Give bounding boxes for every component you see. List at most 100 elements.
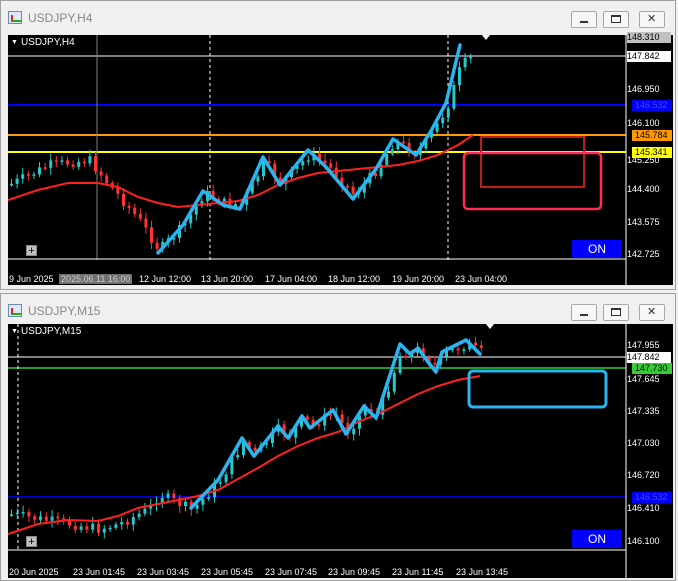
target-zone[interactable]: [467, 369, 608, 409]
candle-body: [97, 523, 100, 533]
minimize-button[interactable]: [571, 11, 597, 28]
candle-body: [108, 527, 112, 530]
symbol-timeframe-label: USDJPY,H4: [11, 37, 75, 48]
candle-body: [387, 391, 390, 398]
time-axis-label: 17 Jun 04:00: [265, 274, 318, 284]
candle-body: [114, 524, 118, 528]
one-click-trading-toggle[interactable]: +: [26, 245, 37, 257]
chart-window-m15[interactable]: USDJPY,M15 USDJPY,M15 147.955 147.842 14…: [0, 293, 676, 581]
candle-body: [38, 167, 41, 175]
maximize-button[interactable]: [603, 11, 629, 28]
candle-body: [105, 175, 109, 184]
candle-body: [351, 186, 355, 194]
candle-body: [262, 160, 265, 177]
candle-body: [21, 512, 25, 514]
candle-body: [479, 345, 483, 348]
candle-body: [398, 356, 402, 373]
candle-body: [102, 528, 106, 533]
time-axis-label: 23 Jun 09:45: [328, 567, 381, 577]
maximize-button[interactable]: [603, 304, 629, 321]
minimize-button[interactable]: [571, 304, 597, 321]
window-title: USDJPY,H4: [28, 11, 93, 25]
price-chart[interactable]: USDJPY,M15 147.955 147.842 147.645 147.3…: [8, 324, 673, 578]
time-axis-label: 9 Jun 2025: [9, 274, 54, 284]
price-axis-label: 146.720: [627, 470, 660, 480]
close-button[interactable]: [639, 304, 665, 321]
candle-body: [441, 117, 445, 124]
title-bar[interactable]: USDJPY,M15: [1, 294, 675, 328]
candle-body: [27, 512, 31, 517]
candle-body: [82, 161, 86, 164]
candle-body: [172, 493, 176, 499]
time-axis-label: 23 Jun 05:45: [201, 567, 254, 577]
candle-body: [446, 108, 450, 118]
target-zone-outer[interactable]: [462, 151, 603, 211]
candle-body: [50, 516, 54, 521]
price-axis-label: 142.725: [627, 249, 660, 259]
window-title: USDJPY,M15: [28, 304, 101, 318]
yellow-level-badge: 145.341: [632, 147, 672, 158]
on-button[interactable]: ON: [572, 530, 622, 548]
candle-body: [224, 474, 228, 483]
green-level-badge: 147.730: [632, 363, 672, 374]
candle-body: [404, 356, 408, 358]
candle-body: [469, 56, 473, 59]
time-axis-crosshair-label: 2025.06.11 16:00: [59, 274, 133, 284]
candle-body: [88, 156, 92, 164]
price-axis-label: 147.030: [627, 438, 660, 448]
candle-body: [207, 497, 211, 499]
candle-body: [218, 482, 222, 484]
candle-body: [10, 183, 13, 186]
candle-body: [33, 516, 37, 520]
price-chart[interactable]: USDJPY,H4 148.310 147.842 146.950 146.10…: [8, 32, 673, 285]
blue-level-badge: 146.532: [632, 100, 672, 111]
time-axis-label: 23 Jun 04:00: [455, 274, 508, 284]
close-button[interactable]: [639, 11, 665, 28]
candle-body: [306, 160, 310, 162]
price-axis-label: 146.410: [627, 503, 660, 513]
candle-body: [463, 57, 467, 68]
time-axis-label: 23 Jun 13:45: [456, 567, 509, 577]
candle-body: [120, 522, 124, 525]
on-button[interactable]: ON: [572, 240, 622, 258]
target-zone-inner[interactable]: [480, 136, 585, 188]
candle-body: [462, 349, 466, 352]
candle-body: [39, 516, 42, 520]
candle-body: [73, 525, 77, 530]
chart-window-icon: [8, 304, 22, 317]
candle-body: [10, 514, 13, 516]
candle-body: [94, 156, 97, 172]
candle-body: [352, 428, 356, 435]
candle-body: [390, 149, 394, 155]
candle-body: [256, 176, 260, 182]
time-axis-label: 18 Jun 12:00: [328, 274, 381, 284]
one-click-trading-toggle[interactable]: +: [26, 536, 37, 548]
blue-level-badge: 146.532: [632, 492, 672, 503]
trend-zigzag-drawing[interactable]: [189, 338, 482, 510]
candle-body: [32, 174, 36, 176]
time-axis-label: 12 Jun 12:00: [139, 274, 192, 284]
candle-body: [236, 454, 240, 458]
title-bar[interactable]: USDJPY,H4: [1, 1, 675, 35]
price-axis-current-label: 147.842: [627, 51, 671, 62]
candle-body: [126, 522, 129, 525]
candle-body: [317, 424, 321, 426]
candle-body: [253, 447, 257, 451]
chart-window-icon: [8, 11, 22, 24]
candle-body: [166, 493, 170, 498]
chart-shift-marker[interactable]: [486, 324, 494, 329]
candle-body: [77, 161, 81, 167]
time-axis-label: 20 Jun 2025: [9, 567, 59, 577]
candle-body: [60, 160, 64, 162]
chart-shift-marker[interactable]: [482, 35, 490, 40]
candle-body: [99, 171, 103, 176]
chart-window-h4[interactable]: USDJPY,H4 ✕ ▼ USDJPY,H4 148.310 147.842 …: [0, 0, 676, 290]
candle-body: [155, 242, 159, 249]
candle-body: [43, 167, 47, 169]
trend-zigzag-drawing[interactable]: [156, 43, 462, 255]
candle-body: [54, 160, 58, 162]
candle-body: [44, 516, 48, 521]
candle-body: [56, 516, 60, 519]
candles: [10, 336, 483, 539]
time-axis-label: 23 Jun 11:45: [392, 567, 444, 577]
